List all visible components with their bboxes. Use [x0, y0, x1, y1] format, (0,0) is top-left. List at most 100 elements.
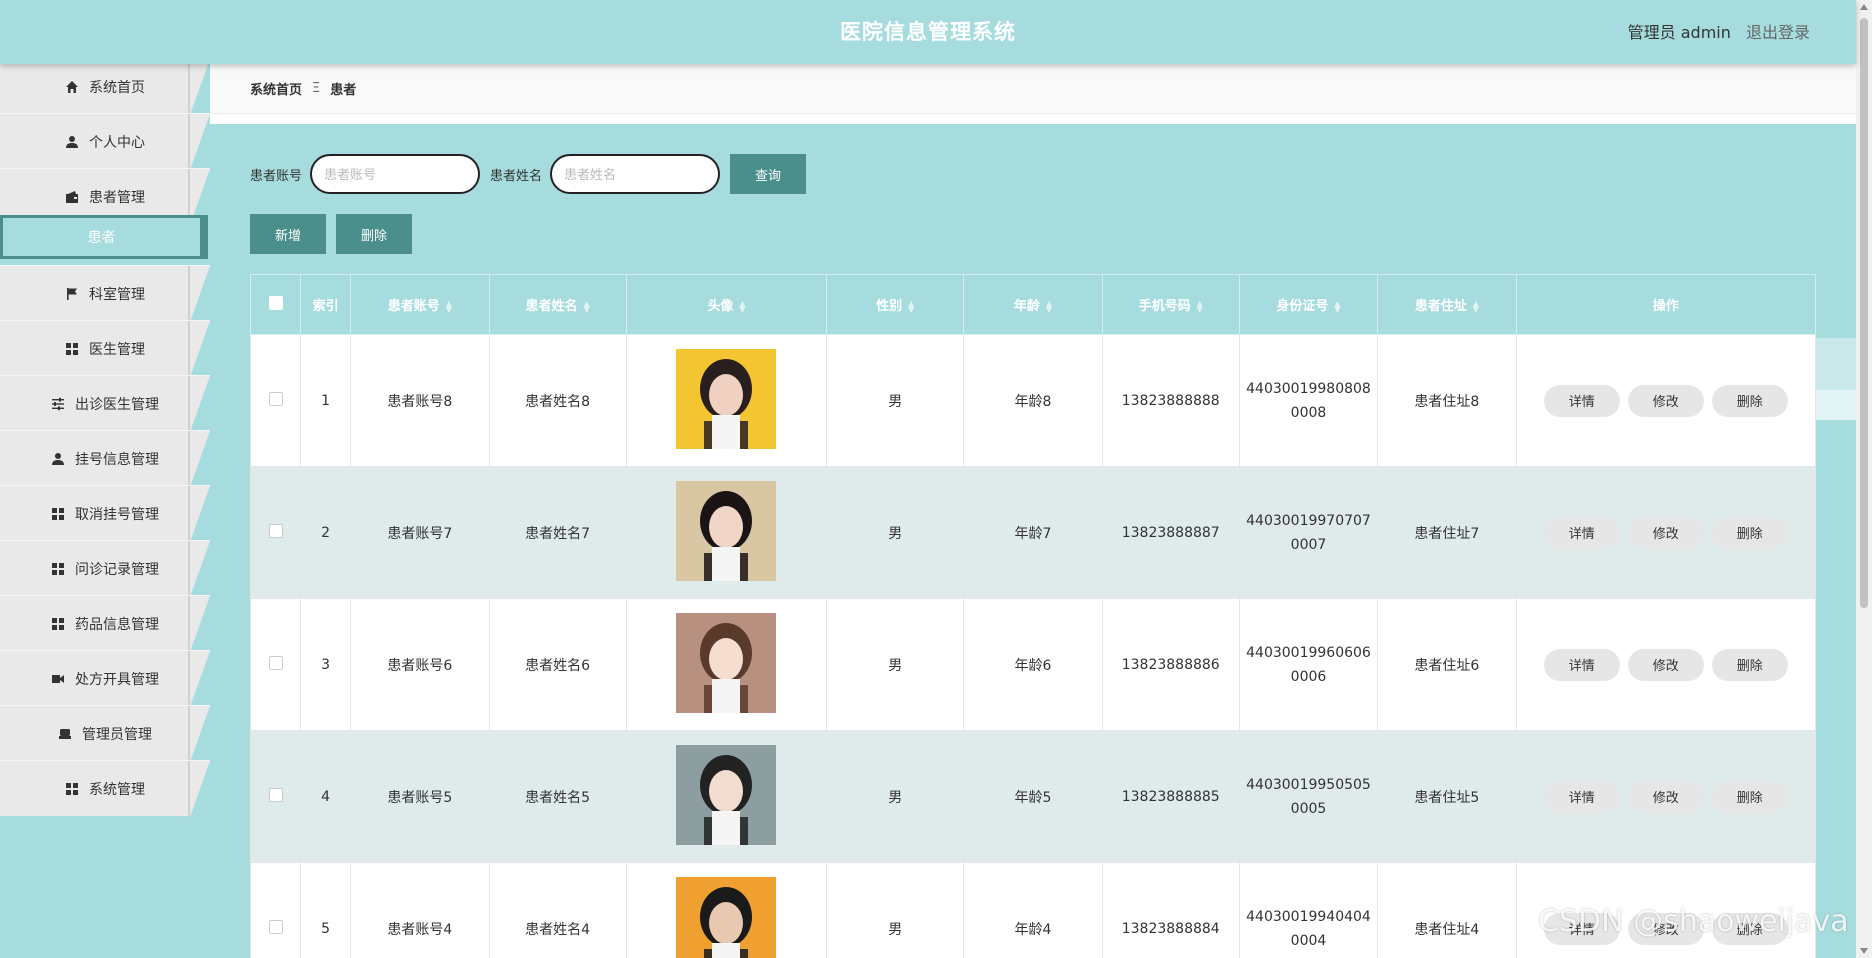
- add-button[interactable]: 新增: [250, 214, 326, 254]
- sidebar-item-consultation[interactable]: 问诊记录管理: [0, 540, 210, 597]
- row-checkbox[interactable]: [268, 523, 283, 538]
- edit-button[interactable]: 修改: [1627, 516, 1704, 549]
- sidebar-item-visiting-doctor[interactable]: 出诊医生管理: [0, 375, 210, 432]
- delete-button[interactable]: 删除: [1711, 384, 1788, 417]
- logout-link[interactable]: 退出登录: [1746, 23, 1810, 42]
- video-icon: [51, 672, 65, 686]
- sidebar-item-cancel-registration[interactable]: 取消挂号管理: [0, 485, 210, 542]
- breadcrumb-home[interactable]: 系统首页: [250, 79, 302, 98]
- sidebar-item-label: 取消挂号管理: [75, 506, 159, 523]
- column-header[interactable]: 手机号码 ▲ ▼: [1101, 274, 1240, 335]
- row-checkbox[interactable]: [268, 655, 283, 670]
- detail-button[interactable]: 详情: [1543, 384, 1620, 417]
- column-header[interactable]: 身份证号 ▲ ▼: [1238, 274, 1379, 335]
- sort-icon[interactable]: ▲ ▼: [739, 299, 745, 313]
- sidebar-item-system[interactable]: 系统管理: [0, 760, 210, 817]
- account-search-label: 患者账号: [250, 168, 303, 184]
- gender-cell: 男: [826, 466, 965, 599]
- edit-button[interactable]: 修改: [1627, 384, 1704, 417]
- column-header[interactable]: 头像 ▲ ▼: [625, 274, 828, 335]
- address-cell: 患者住址7: [1377, 466, 1517, 599]
- table-row[interactable]: 2 患者账号7 患者姓名7 男年龄7 13823888887 44030019970707…: [250, 466, 1816, 599]
- scroll-up-icon[interactable]: [1860, 4, 1868, 10]
- avatar: [676, 480, 777, 581]
- scroll-down-icon[interactable]: [1860, 948, 1868, 954]
- sidebar-item-home[interactable]: 系统首页: [0, 58, 210, 115]
- row-select-cell[interactable]: [250, 334, 302, 467]
- sidebar-item-prescription[interactable]: 处方开具管理: [0, 650, 210, 707]
- row-checkbox[interactable]: [268, 787, 283, 802]
- name-cell: 患者姓名5: [488, 730, 627, 863]
- toolbar: 新增 删除: [250, 214, 412, 254]
- row-select-cell[interactable]: [250, 598, 302, 731]
- table-row[interactable]: 1 患者账号8 患者姓名8 男年龄8 13823888888 44030019980808…: [250, 334, 1816, 467]
- row-checkbox[interactable]: [268, 919, 283, 934]
- sort-icon[interactable]: ▲ ▼: [908, 299, 914, 313]
- sidebar-item-label: 系统首页: [89, 79, 145, 96]
- row-select-cell[interactable]: [250, 466, 302, 599]
- select-all-cell[interactable]: [250, 274, 302, 335]
- detail-button[interactable]: 详情: [1543, 780, 1620, 813]
- query-button[interactable]: 查询: [730, 154, 807, 194]
- account-cell: 患者账号5: [350, 730, 490, 863]
- edit-button[interactable]: 修改: [1627, 648, 1704, 681]
- column-header[interactable]: 患者账号 ▲ ▼: [350, 274, 490, 335]
- id-number: 440300199707070007: [1246, 512, 1371, 553]
- delete-button[interactable]: 删除: [1711, 648, 1788, 681]
- batch-delete-button[interactable]: 删除: [336, 214, 412, 254]
- delete-button[interactable]: 删除: [1711, 780, 1788, 813]
- detail-button[interactable]: 详情: [1543, 648, 1620, 681]
- select-all-checkbox[interactable]: [268, 295, 283, 310]
- id-number: 440300199808080008: [1246, 380, 1371, 421]
- id-number-cell: 440300199808080008: [1238, 334, 1379, 467]
- sidebar-item-admin[interactable]: 管理员管理: [0, 705, 210, 762]
- sidebar-item-label: 医生管理: [89, 341, 145, 358]
- sidebar-item-medicine[interactable]: 药品信息管理: [0, 595, 210, 652]
- row-checkbox[interactable]: [268, 391, 283, 406]
- detail-button[interactable]: 详情: [1543, 516, 1620, 549]
- breadcrumb-current: 患者: [330, 83, 357, 98]
- table-header-row: 索引 患者账号 ▲ ▼ 患者姓名 ▲ ▼ 头像 ▲ ▼ 性别 ▲ ▼ 年龄 ▲ ▼ 手机号码 ▲ ▼ 身…: [250, 274, 1816, 335]
- column-header[interactable]: 年龄 ▲ ▼: [963, 274, 1103, 335]
- sidebar-item-doctor[interactable]: 医生管理: [0, 320, 210, 377]
- sidebar-item-profile[interactable]: 个人中心: [0, 113, 210, 170]
- column-header: 操作: [1515, 274, 1816, 335]
- id-number-cell: 440300199404040004: [1238, 862, 1379, 958]
- sort-icon[interactable]: ▲ ▼: [1197, 299, 1203, 313]
- row-select-cell[interactable]: [250, 730, 302, 863]
- sort-icon[interactable]: ▲ ▼: [1473, 299, 1479, 313]
- name-search-input[interactable]: [550, 154, 721, 194]
- sidebar-item-label: 系统管理: [89, 781, 145, 798]
- delete-button[interactable]: 删除: [1711, 516, 1788, 549]
- sidebar-item-department[interactable]: 科室管理: [0, 265, 210, 322]
- column-header[interactable]: 性别 ▲ ▼: [826, 274, 965, 335]
- account-search-input[interactable]: [310, 154, 481, 194]
- breadcrumb: 系统首页 Ξ 患者: [210, 64, 1856, 114]
- sidebar-item-registration[interactable]: 挂号信息管理: [0, 430, 210, 487]
- column-header[interactable]: 患者姓名 ▲ ▼: [488, 274, 627, 335]
- account-cell: 患者账号7: [350, 466, 490, 599]
- sort-icon[interactable]: ▲ ▼: [1334, 299, 1340, 313]
- patient-table: 索引 患者账号 ▲ ▼ 患者姓名 ▲ ▼ 头像 ▲ ▼ 性别 ▲ ▼ 年龄 ▲ ▼ 手机号码 ▲ ▼ 身…: [250, 274, 1816, 958]
- sidebar-item-patient[interactable]: 患者: [0, 215, 208, 259]
- sort-icon[interactable]: ▲ ▼: [446, 299, 452, 313]
- vertical-scrollbar[interactable]: [1856, 0, 1872, 958]
- sort-icon[interactable]: ▲ ▼: [1046, 299, 1052, 313]
- breadcrumb-separator-icon: Ξ: [312, 81, 321, 96]
- edit-button[interactable]: 修改: [1627, 780, 1704, 813]
- sidebar-item-label: 挂号信息管理: [75, 451, 159, 468]
- column-header[interactable]: 患者住址 ▲ ▼: [1377, 274, 1517, 335]
- table-row[interactable]: 4 患者账号5 患者姓名5 男年龄5 13823888885 44030019950505…: [250, 730, 1816, 863]
- row-select-cell[interactable]: [250, 862, 302, 958]
- sliders-icon: [51, 397, 65, 411]
- id-number-cell: 440300199505050005: [1238, 730, 1379, 863]
- avatar: [676, 744, 777, 845]
- id-number: 440300199606060006: [1246, 644, 1371, 685]
- table-row[interactable]: 3 患者账号6 患者姓名6 男年龄6 13823888886 44030019960606…: [250, 598, 1816, 731]
- user-label: 管理员 admin: [1627, 23, 1731, 42]
- scrollbar-thumb[interactable]: [1860, 18, 1868, 608]
- row-hover-band: [1816, 390, 1856, 420]
- avatar-cell: [625, 334, 828, 467]
- name-cell: 患者姓名8: [488, 334, 627, 467]
- sort-icon[interactable]: ▲ ▼: [584, 299, 590, 313]
